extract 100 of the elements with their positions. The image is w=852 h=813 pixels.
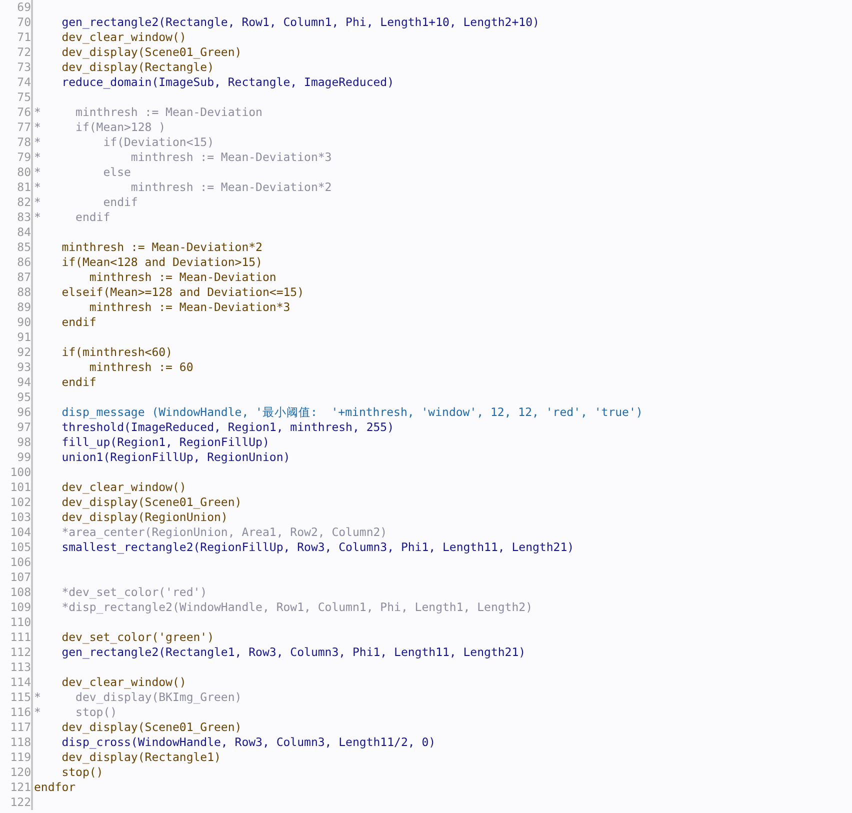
comment-marker: * bbox=[34, 690, 41, 705]
line-number: 71 bbox=[0, 30, 33, 45]
line-number: 85 bbox=[0, 240, 33, 255]
code-line: minthresh := Mean-Deviation*2 bbox=[130, 180, 332, 195]
code-line: endif bbox=[102, 195, 138, 210]
code-line: gen_rectangle2(Rectangle1, Row3, Column3, Phi1, Length11, Length21) bbox=[60, 645, 526, 660]
line-number: 109 bbox=[0, 600, 33, 615]
line-number: 96 bbox=[0, 405, 33, 420]
code-line: minthresh := 60 bbox=[88, 360, 194, 375]
line-number: 80 bbox=[0, 165, 33, 180]
line-number: 73 bbox=[0, 60, 33, 75]
code-line: dev_set_color('green') bbox=[60, 630, 214, 645]
code-line: *disp_rectangle2(WindowHandle, Row1, Column1, Phi, Length1, Length2) bbox=[60, 600, 532, 615]
code-line: reduce_domain(ImageSub, Rectangle, ImageReduced) bbox=[60, 75, 394, 90]
line-number: 90 bbox=[0, 315, 33, 330]
code-line: minthresh := Mean-Deviation bbox=[88, 270, 276, 285]
line-number: 117 bbox=[0, 720, 33, 735]
code-line: dev_clear_window() bbox=[60, 30, 186, 45]
code-line: if(Mean>128 ) bbox=[74, 120, 166, 135]
code-line: minthresh := Mean-Deviation bbox=[74, 105, 262, 120]
line-number: 103 bbox=[0, 510, 33, 525]
line-number: 122 bbox=[0, 795, 33, 810]
code-line: stop() bbox=[74, 705, 118, 720]
line-number: 93 bbox=[0, 360, 33, 375]
line-number: 116 bbox=[0, 705, 33, 720]
line-number: 89 bbox=[0, 300, 33, 315]
code-line: dev_clear_window() bbox=[60, 675, 186, 690]
code-line: disp_message (WindowHandle, '最小阈值: '+minthresh, 'window', 12, 12, 'red', 'true') bbox=[60, 405, 643, 420]
comment-marker: * bbox=[34, 120, 41, 135]
code-line: fill_up(Region1, RegionFillUp) bbox=[60, 435, 270, 450]
comment-marker: * bbox=[34, 165, 41, 180]
line-number: 83 bbox=[0, 210, 33, 225]
code-line: dev_display(Scene01_Green) bbox=[60, 720, 242, 735]
comment-marker: * bbox=[34, 195, 41, 210]
line-number: 106 bbox=[0, 555, 33, 570]
code-line: dev_display(Rectangle1) bbox=[60, 750, 221, 765]
line-number: 82 bbox=[0, 195, 33, 210]
line-number: 77 bbox=[0, 120, 33, 135]
line-number: 102 bbox=[0, 495, 33, 510]
line-number: 119 bbox=[0, 750, 33, 765]
code-line: if(minthresh<60) bbox=[60, 345, 172, 360]
code-line: *area_center(RegionUnion, Area1, Row2, Column2) bbox=[60, 525, 388, 540]
code-line: if(Mean<128 and Deviation>15) bbox=[60, 255, 262, 270]
code-line: endif bbox=[60, 315, 96, 330]
line-number: 81 bbox=[0, 180, 33, 195]
line-number: 99 bbox=[0, 450, 33, 465]
line-number: 120 bbox=[0, 765, 33, 780]
code-line: endfor bbox=[34, 780, 76, 795]
line-number: 104 bbox=[0, 525, 33, 540]
line-number: 97 bbox=[0, 420, 33, 435]
line-number: 115 bbox=[0, 690, 33, 705]
line-number: 108 bbox=[0, 585, 33, 600]
code-line: dev_display(RegionUnion) bbox=[60, 510, 228, 525]
line-number: 70 bbox=[0, 15, 33, 30]
line-number: 101 bbox=[0, 480, 33, 495]
comment-marker: * bbox=[34, 105, 41, 120]
line-number: 112 bbox=[0, 645, 33, 660]
code-line: minthresh := Mean-Deviation*3 bbox=[88, 300, 290, 315]
code-line: gen_rectangle2(Rectangle, Row1, Column1, Phi, Length1+10, Length2+10) bbox=[60, 15, 540, 30]
comment-marker: * bbox=[34, 150, 41, 165]
comment-marker: * bbox=[34, 705, 41, 720]
line-number: 94 bbox=[0, 375, 33, 390]
line-number: 98 bbox=[0, 435, 33, 450]
line-number: 114 bbox=[0, 675, 33, 690]
line-number: 92 bbox=[0, 345, 33, 360]
line-number: 113 bbox=[0, 660, 33, 675]
line-number: 76 bbox=[0, 105, 33, 120]
line-number: 84 bbox=[0, 225, 33, 240]
line-number: 75 bbox=[0, 90, 33, 105]
code-line: smallest_rectangle2(RegionFillUp, Row3, Column3, Phi1, Length11, Length21) bbox=[60, 540, 574, 555]
line-number: 118 bbox=[0, 735, 33, 750]
line-number: 121 bbox=[0, 780, 33, 795]
line-number: 95 bbox=[0, 390, 33, 405]
code-line: stop() bbox=[60, 765, 104, 780]
code-line: threshold(ImageReduced, Region1, minthresh, 255) bbox=[60, 420, 394, 435]
code-line: minthresh := Mean-Deviation*3 bbox=[130, 150, 332, 165]
code-line: disp_cross(WindowHandle, Row3, Column3, Length11/2, 0) bbox=[60, 735, 436, 750]
comment-marker: * bbox=[34, 210, 41, 225]
comment-marker: * bbox=[34, 135, 41, 150]
line-number: 110 bbox=[0, 615, 33, 630]
line-number: 87 bbox=[0, 270, 33, 285]
code-line: if(Deviation<15) bbox=[102, 135, 214, 150]
line-number: 88 bbox=[0, 285, 33, 300]
code-line: dev_display(Scene01_Green) bbox=[60, 495, 242, 510]
code-line: elseif(Mean>=128 and Deviation<=15) bbox=[60, 285, 304, 300]
comment-marker: * bbox=[34, 180, 41, 195]
code-line: dev_display(BKImg_Green) bbox=[74, 690, 242, 705]
code-line: dev_display(Scene01_Green) bbox=[60, 45, 242, 60]
line-number: 78 bbox=[0, 135, 33, 150]
code-line: endif bbox=[74, 210, 110, 225]
line-number: 107 bbox=[0, 570, 33, 585]
line-number: 111 bbox=[0, 630, 33, 645]
code-line: else bbox=[102, 165, 131, 180]
line-number: 74 bbox=[0, 75, 33, 90]
code-line: dev_clear_window() bbox=[60, 480, 186, 495]
code-line: endif bbox=[60, 375, 96, 390]
line-number: 100 bbox=[0, 465, 33, 480]
line-number: 79 bbox=[0, 150, 33, 165]
line-number: 91 bbox=[0, 330, 33, 345]
line-number: 72 bbox=[0, 45, 33, 60]
